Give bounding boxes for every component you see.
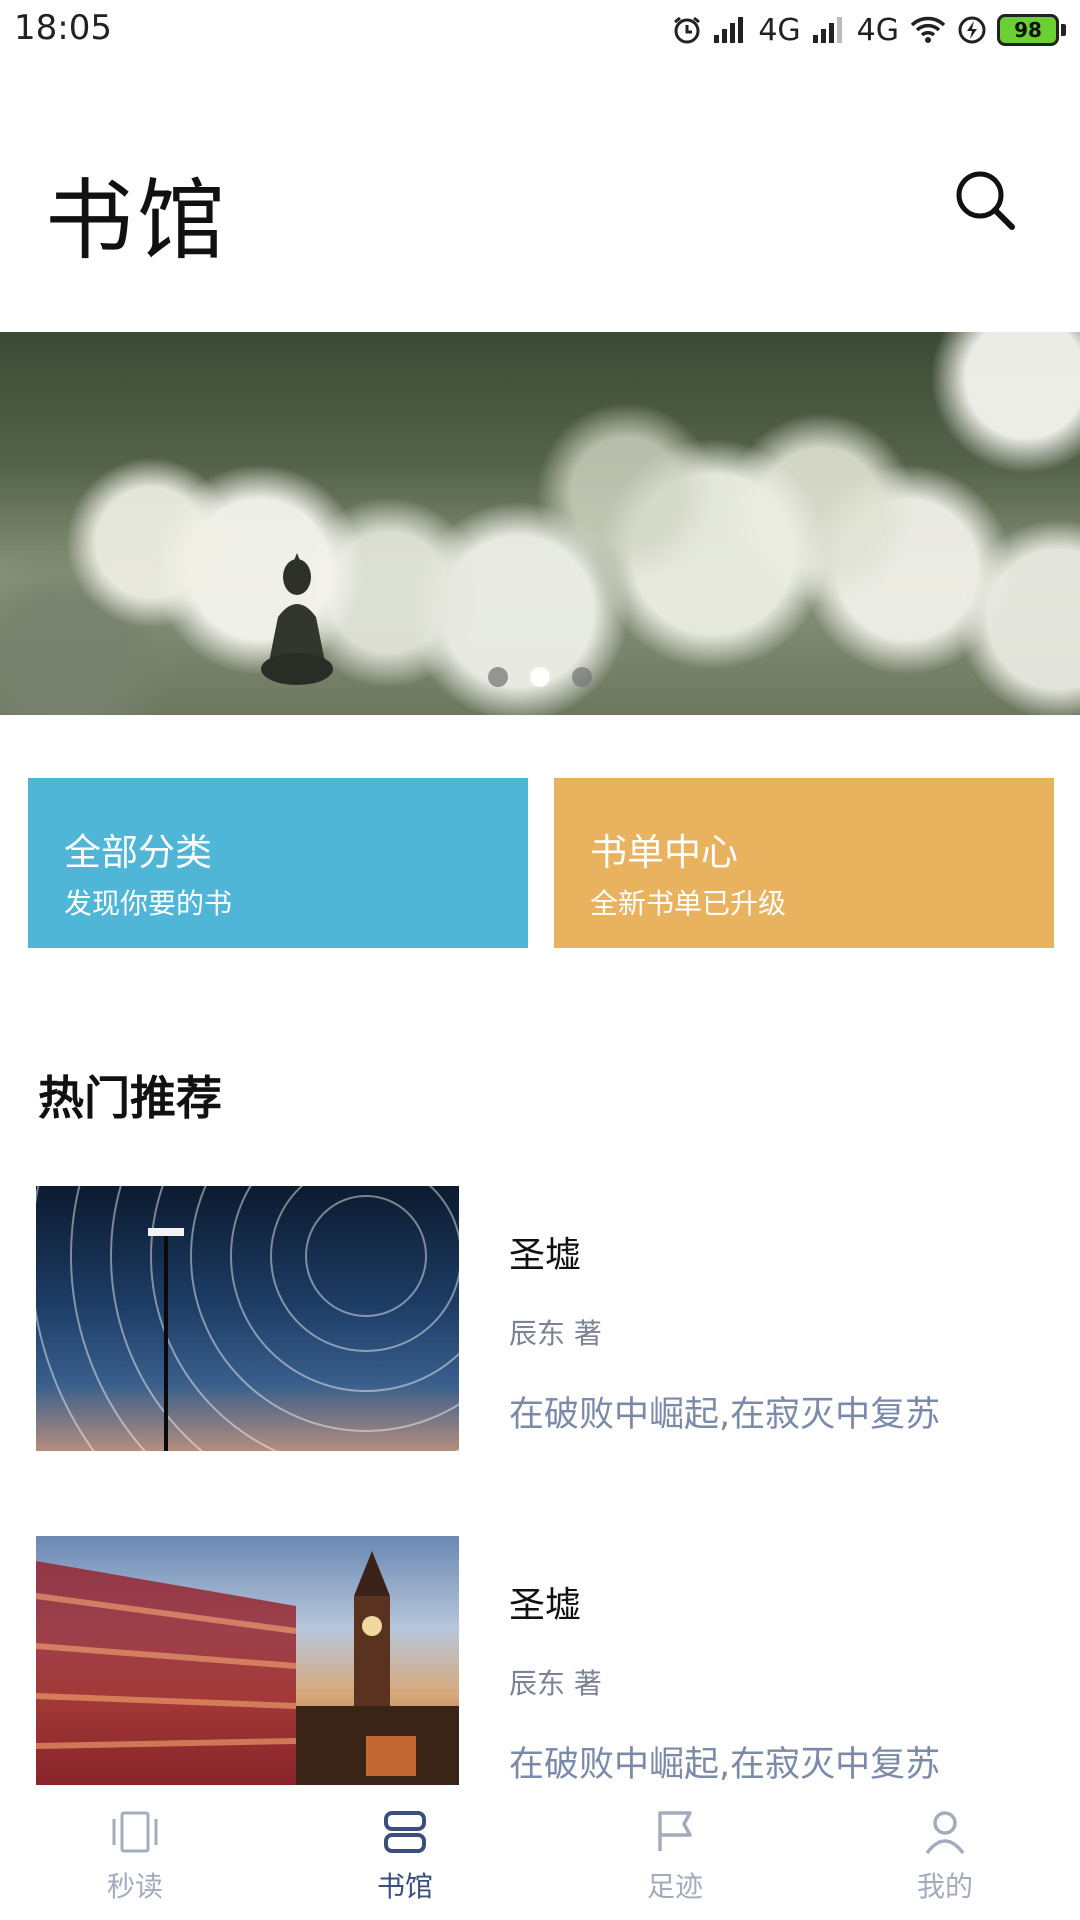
network-type-1: 4G	[758, 12, 801, 48]
bottom-navigation: 秒读 书馆 足迹 我的	[0, 1785, 1080, 1920]
charging-icon	[958, 16, 986, 44]
signal-icon	[714, 17, 744, 43]
book-description: 在破败中崛起,在寂灭中复苏	[509, 1395, 941, 1435]
nav-item-footprints[interactable]: 足迹	[540, 1785, 810, 1920]
nav-label: 书馆	[376, 1870, 433, 1903]
search-icon	[956, 171, 1015, 230]
card-subtitle: 发现你要的书	[64, 887, 233, 920]
status-time: 18:05	[14, 8, 112, 48]
carousel-indicator	[0, 667, 1080, 687]
cards-icon	[112, 1811, 158, 1853]
wifi-icon	[910, 16, 946, 43]
nav-label: 我的	[916, 1870, 973, 1903]
book-cover	[36, 1186, 459, 1451]
nav-item-mine[interactable]: 我的	[810, 1785, 1080, 1920]
book-list-item[interactable]: 圣墟 辰东 著 在破败中崛起,在寂灭中复苏	[36, 1536, 1046, 1801]
cover-image	[36, 1551, 459, 1801]
flag-icon	[658, 1811, 692, 1851]
book-title: 圣墟	[509, 1235, 582, 1276]
card-subtitle: 全新书单已升级	[590, 887, 787, 920]
page-title: 书馆	[45, 169, 230, 272]
book-description: 在破败中崛起,在寂灭中复苏	[509, 1745, 941, 1785]
card-title: 全部分类	[64, 831, 212, 874]
status-icons: 4G 4G 98	[672, 10, 1066, 50]
book-title: 圣墟	[509, 1585, 582, 1626]
battery-indicator: 98	[997, 14, 1066, 46]
carousel-dot[interactable]	[572, 667, 592, 687]
all-categories-card[interactable]: 全部分类 发现你要的书	[28, 778, 528, 948]
library-icon	[384, 1811, 426, 1853]
alarm-icon	[674, 16, 701, 44]
booklist-center-card[interactable]: 书单中心 全新书单已升级	[554, 778, 1054, 948]
banner-carousel[interactable]	[0, 332, 1080, 715]
signal-icon-2	[812, 17, 842, 43]
book-list-item[interactable]: 圣墟 辰东 著 在破败中崛起,在寂灭中复苏	[36, 1186, 1046, 1451]
card-title: 书单中心	[590, 831, 738, 874]
book-cover	[36, 1536, 459, 1801]
search-button[interactable]	[950, 165, 1020, 235]
carousel-dot-active[interactable]	[530, 667, 550, 687]
carousel-dot[interactable]	[488, 667, 508, 687]
nav-label: 秒读	[106, 1870, 163, 1903]
nav-label: 足迹	[646, 1870, 703, 1903]
status-bar: 18:05 4G 4G 98	[0, 0, 1080, 62]
book-author: 辰东 著	[509, 1317, 602, 1350]
section-title: 热门推荐	[38, 1071, 222, 1125]
nav-item-miaodu[interactable]: 秒读	[0, 1785, 270, 1920]
battery-level: 98	[997, 14, 1059, 46]
network-type-2: 4G	[856, 12, 899, 48]
cover-image	[36, 1186, 459, 1451]
book-author: 辰东 著	[509, 1667, 602, 1700]
person-icon	[925, 1811, 965, 1855]
nav-item-library[interactable]: 书馆	[270, 1785, 540, 1920]
